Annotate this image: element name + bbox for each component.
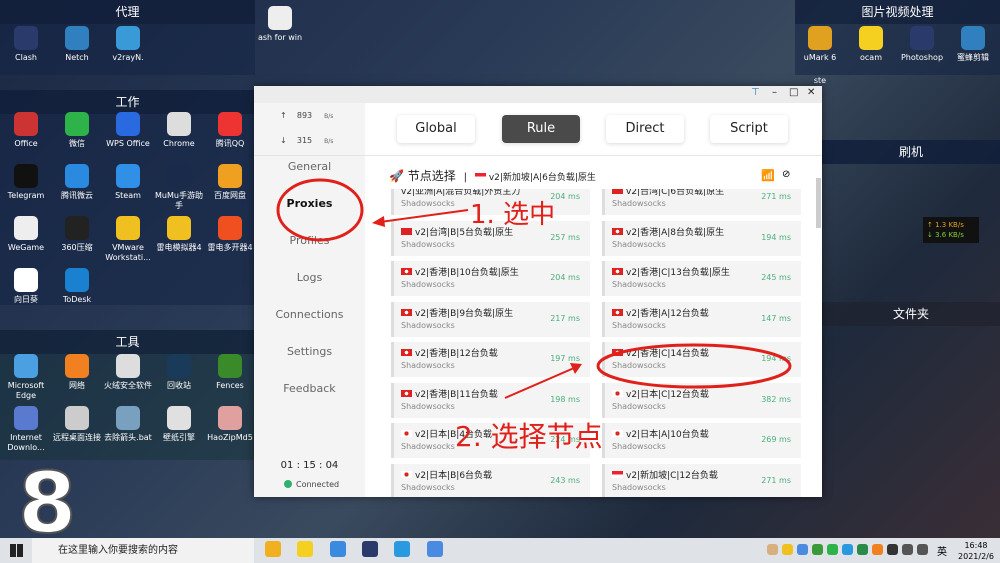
- taskbar: 在这里输入你要搜索的内容 英 16:48 2021/2/6: [0, 538, 1000, 563]
- highlight-ellipse-proxies: [276, 178, 364, 242]
- huorong-tray-icon[interactable]: [872, 544, 883, 555]
- battery-icon[interactable]: [887, 544, 898, 555]
- telegram-icon[interactable]: [394, 541, 410, 557]
- tray-icon[interactable]: [782, 544, 793, 555]
- date: 2021/2/6: [958, 552, 994, 561]
- arrow-line: [379, 209, 469, 223]
- chrome-icon[interactable]: [330, 541, 346, 557]
- wifi-icon[interactable]: [902, 544, 913, 555]
- search-box[interactable]: 在这里输入你要搜索的内容: [32, 538, 254, 563]
- ime-indicator[interactable]: 英: [937, 543, 947, 558]
- arrow-head: [372, 216, 385, 227]
- clock[interactable]: 16:48 2021/2/6: [955, 540, 997, 562]
- start-button[interactable]: [10, 544, 23, 557]
- file-explorer-icon[interactable]: [265, 541, 281, 557]
- ldplayer-icon[interactable]: [297, 541, 313, 557]
- search-placeholder: 在这里输入你要搜索的内容: [58, 545, 178, 556]
- tray-icon[interactable]: [812, 544, 823, 555]
- tray-icon[interactable]: [797, 544, 808, 555]
- telegram-tray-icon[interactable]: [842, 544, 853, 555]
- clash-icon[interactable]: [362, 541, 378, 557]
- volume-icon[interactable]: [917, 544, 928, 555]
- highlight-ellipse-node: [596, 343, 792, 389]
- wechat-tray-icon[interactable]: [827, 544, 838, 555]
- time: 16:48: [964, 541, 988, 550]
- tray-icon[interactable]: [767, 544, 778, 555]
- annotation-step2: 2. 选择节点: [455, 420, 603, 453]
- annotation-step1: 1. 选中: [470, 200, 556, 230]
- arrow-line: [504, 367, 575, 399]
- security-tray-icon[interactable]: [857, 544, 868, 555]
- annotation-layer: [276, 178, 792, 399]
- app-icon[interactable]: [427, 541, 443, 557]
